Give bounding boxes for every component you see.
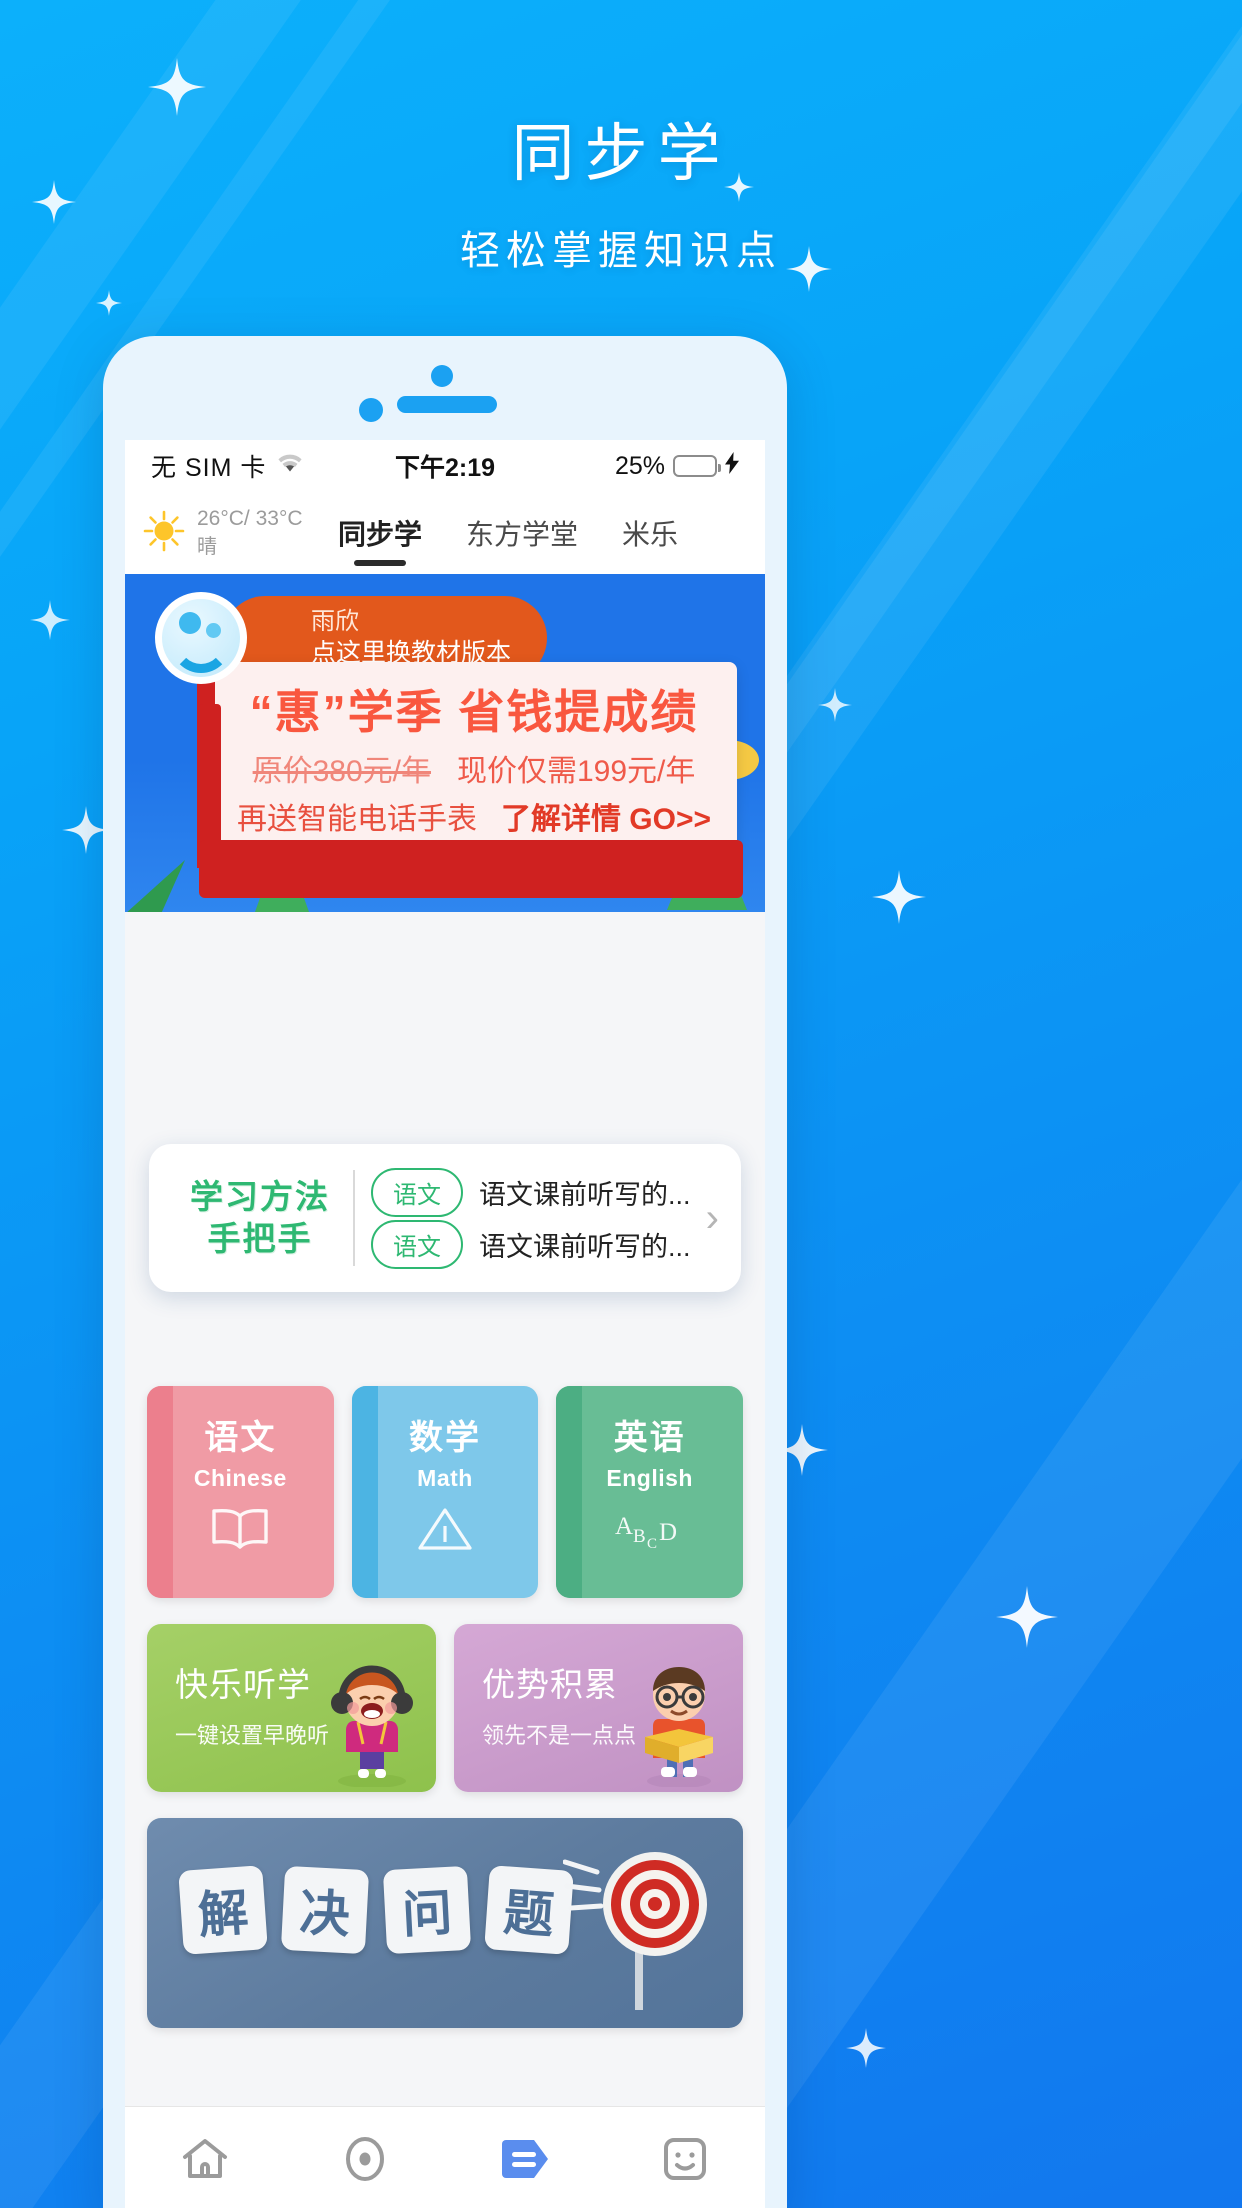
feature-card-advantage[interactable]: 优势积累 领先不是一点点 bbox=[454, 1624, 743, 1792]
document-arrow-icon bbox=[498, 2136, 552, 2187]
list-item[interactable]: 语文 语文课前听写的... bbox=[371, 1166, 694, 1218]
nav-profile[interactable] bbox=[605, 2134, 765, 2189]
subject-tag: 语文 bbox=[371, 1219, 463, 1269]
divider bbox=[353, 1170, 355, 1266]
sparkle-icon bbox=[96, 290, 122, 316]
solve-char: 决 bbox=[280, 1865, 370, 1955]
sparkle-icon bbox=[846, 2028, 886, 2068]
phone-screen: 无 SIM 卡 下午2:19 25% 26°C/ 33°C 晴 同步学 东方学堂… bbox=[125, 440, 765, 2208]
study-method-card[interactable]: 学习方法 手把手 语文 语文课前听写的... 语文 语文课前听写的... › bbox=[149, 1144, 741, 1292]
user-name: 雨欣 bbox=[311, 608, 359, 635]
home-icon bbox=[180, 2134, 230, 2189]
subject-name-cn: 英语 bbox=[613, 1419, 686, 1457]
promo-gift-row: 再送智能电话手表 了解详情 GO>> bbox=[211, 794, 737, 838]
list-item-title: 语文课前听写的... bbox=[479, 1231, 691, 1262]
sensor-dot-icon bbox=[431, 365, 453, 387]
list-item-title: 语文课前听写的... bbox=[479, 1179, 691, 1210]
coupon-red-base bbox=[199, 840, 743, 898]
speaker-bar bbox=[397, 396, 497, 413]
method-title-line2: 手把手 bbox=[207, 1220, 313, 1257]
target-circle-icon bbox=[340, 2134, 390, 2189]
old-price: 原价380元/年 bbox=[252, 755, 431, 788]
page-title: 同步学 bbox=[511, 119, 731, 189]
coupon-card[interactable]: “惠”学季 省钱提成绩 原价380元/年 现价仅需199元/年 再送智能电话手表了… bbox=[199, 662, 743, 898]
svg-text:D: D bbox=[659, 1519, 677, 1546]
main-content: 语文 Chinese 数学 Math 英语 English A B C D 快乐… bbox=[125, 912, 765, 2028]
bottom-navigation-bar[interactable] bbox=[125, 2106, 765, 2208]
girl-headphones-icon bbox=[324, 1659, 420, 1792]
nav-home[interactable] bbox=[125, 2134, 285, 2189]
top-tab-bar[interactable]: 26°C/ 33°C 晴 同步学 东方学堂 米乐 bbox=[125, 492, 765, 574]
sparkle-icon bbox=[872, 870, 926, 924]
method-list: 语文 语文课前听写的... 语文 语文课前听写的... bbox=[371, 1166, 694, 1270]
weather-widget[interactable]: 26°C/ 33°C 晴 bbox=[141, 505, 316, 560]
solve-char: 问 bbox=[382, 1865, 472, 1955]
subject-card-english[interactable]: 英语 English A B C D bbox=[556, 1386, 744, 1598]
nav-discover[interactable] bbox=[285, 2134, 445, 2189]
wifi-icon bbox=[276, 452, 304, 481]
subject-name-cn: 数学 bbox=[409, 1419, 481, 1457]
subject-card-row: 语文 Chinese 数学 Math 英语 English A B C D bbox=[147, 1386, 744, 1598]
gift-label: 再送智能电话手表 bbox=[236, 803, 477, 836]
chevron-right-icon[interactable]: › bbox=[694, 1196, 731, 1241]
phone-top-bezel bbox=[103, 336, 787, 440]
weather-condition: 晴 bbox=[197, 535, 217, 558]
open-book-icon bbox=[210, 1506, 270, 1557]
lightning-bolt-icon bbox=[725, 451, 739, 481]
subject-card-chinese[interactable]: 语文 Chinese bbox=[147, 1386, 334, 1598]
tab-dongfangxuetang[interactable]: 东方学堂 bbox=[444, 492, 600, 574]
subject-tag: 语文 bbox=[371, 1167, 463, 1217]
status-bar: 无 SIM 卡 下午2:19 25% bbox=[125, 440, 765, 492]
dartboard-icon bbox=[562, 1842, 715, 2017]
solve-problems-banner[interactable]: 解 决 问 题 bbox=[147, 1818, 743, 2028]
triangle-ruler-icon bbox=[417, 1506, 473, 1557]
subject-name-cn: 语文 bbox=[204, 1419, 277, 1457]
battery-percent-label: 25% bbox=[614, 451, 665, 480]
method-card-title: 学习方法 手把手 bbox=[171, 1176, 349, 1260]
carrier-label: 无 SIM 卡 bbox=[151, 454, 267, 482]
feature-card-listen[interactable]: 快乐听学 一键设置早晚听 bbox=[147, 1624, 436, 1792]
subject-card-math[interactable]: 数学 Math bbox=[351, 1386, 539, 1598]
tab-mile[interactable]: 米乐 bbox=[600, 492, 700, 574]
svg-text:C: C bbox=[647, 1536, 657, 1552]
status-bar-right: 25% bbox=[614, 451, 739, 481]
svg-text:A: A bbox=[615, 1513, 633, 1540]
weather-temperature: 26°C/ 33°C bbox=[197, 507, 303, 531]
weather-text: 26°C/ 33°C 晴 bbox=[197, 505, 303, 560]
promo-cta[interactable]: 了解详情 GO>> bbox=[501, 803, 711, 836]
method-title-line1: 学习方法 bbox=[190, 1177, 330, 1215]
smiley-face-icon bbox=[660, 2134, 710, 2189]
promo-price-row: 原价380元/年 现价仅需199元/年 bbox=[211, 746, 737, 790]
phone-mockup: 无 SIM 卡 下午2:19 25% 26°C/ 33°C 晴 同步学 东方学堂… bbox=[103, 336, 787, 2208]
sun-icon bbox=[141, 508, 187, 559]
new-price: 现价仅需199元/年 bbox=[457, 755, 696, 788]
promo-banner[interactable]: 雨欣 点这里换教材版本 “惠”学季 省钱提成绩 原价380元/年 现价仅需199元… bbox=[125, 574, 765, 912]
tab-tongbuxue[interactable]: 同步学 bbox=[316, 492, 444, 574]
camera-dot-icon bbox=[359, 398, 383, 422]
list-item[interactable]: 语文 语文课前听写的... bbox=[371, 1218, 694, 1270]
solve-char: 解 bbox=[178, 1865, 268, 1955]
subject-name-en: English bbox=[606, 1465, 693, 1491]
nav-study[interactable] bbox=[445, 2136, 605, 2187]
hero-text-block: 同步学 轻松掌握知识点 bbox=[0, 118, 1242, 276]
page-subtitle: 轻松掌握知识点 bbox=[460, 229, 782, 274]
sparkle-icon bbox=[30, 600, 70, 640]
solve-char: 题 bbox=[484, 1865, 574, 1955]
svg-text:B: B bbox=[633, 1526, 646, 1547]
status-bar-left: 无 SIM 卡 bbox=[151, 448, 304, 484]
subject-name-en: Chinese bbox=[193, 1465, 287, 1491]
decor-leaf bbox=[125, 860, 185, 912]
user-avatar-icon[interactable] bbox=[155, 592, 247, 684]
promo-title: “惠”学季 省钱提成绩 bbox=[249, 686, 699, 738]
feature-card-row: 快乐听学 一键设置早晚听 优势积累 领先不是一点点 bbox=[147, 1624, 743, 1792]
subject-name-en: Math bbox=[417, 1465, 473, 1491]
boy-book-icon bbox=[631, 1659, 727, 1792]
abcd-icon: A B C D bbox=[613, 1506, 687, 1557]
battery-icon bbox=[673, 455, 721, 477]
